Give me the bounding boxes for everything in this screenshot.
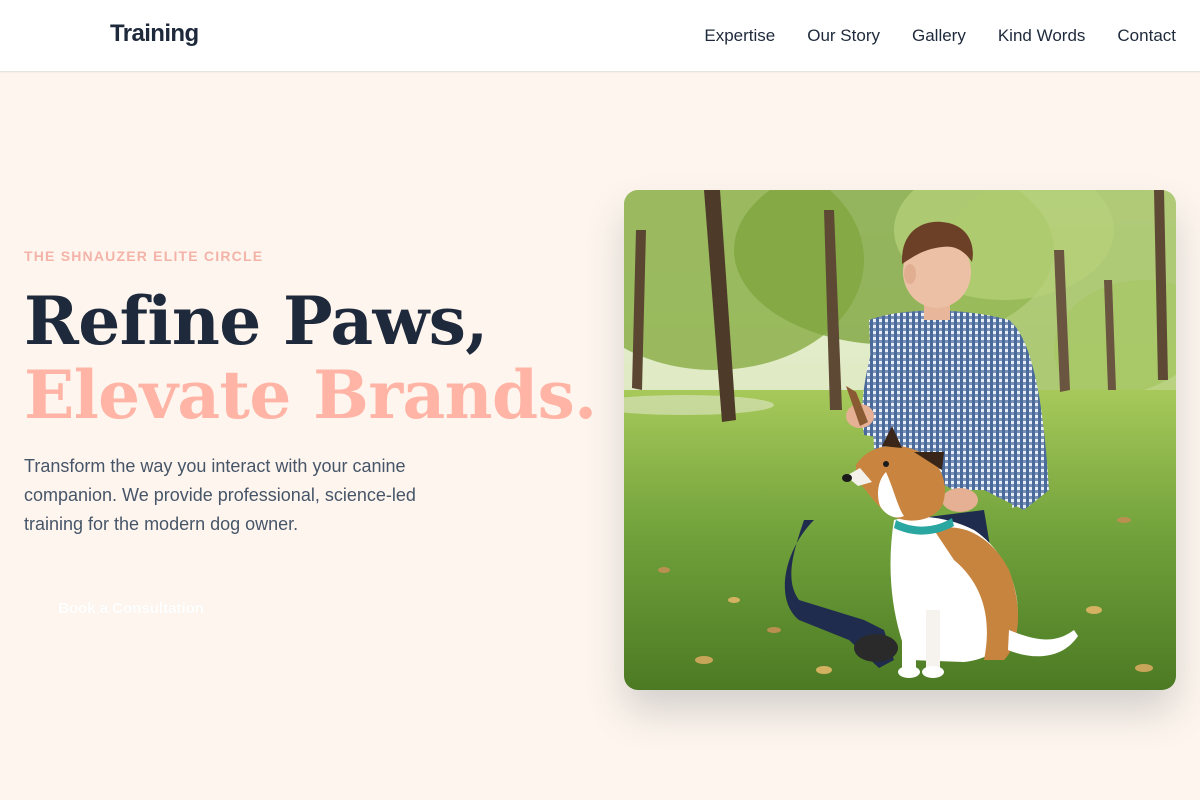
nav-link-kind-words[interactable]: Kind Words xyxy=(998,24,1086,48)
hero-headline: Refine Paws, Elevate Brands. xyxy=(24,284,597,432)
main-nav: Expertise Our Story Gallery Kind Words C… xyxy=(704,24,1176,48)
hero-photo xyxy=(624,190,1176,690)
headline-line-2: Elevate Brands. xyxy=(24,356,597,434)
hero-description: Transform the way you interact with your… xyxy=(24,456,416,534)
brand-logo[interactable]: Training xyxy=(110,20,199,48)
book-consultation-button[interactable]: Book a Consultation xyxy=(36,588,226,628)
nav-link-expertise[interactable]: Expertise xyxy=(704,24,775,48)
nav-link-gallery[interactable]: Gallery xyxy=(912,24,966,48)
headline-line-1: Refine Paws, xyxy=(24,282,488,360)
site-header: Training Expertise Our Story Gallery Kin… xyxy=(0,0,1200,72)
hero-eyebrow: THE SHNAUZER ELITE CIRCLE xyxy=(24,248,264,264)
nav-link-contact[interactable]: Contact xyxy=(1117,24,1176,48)
nav-link-our-story[interactable]: Our Story xyxy=(807,24,880,48)
